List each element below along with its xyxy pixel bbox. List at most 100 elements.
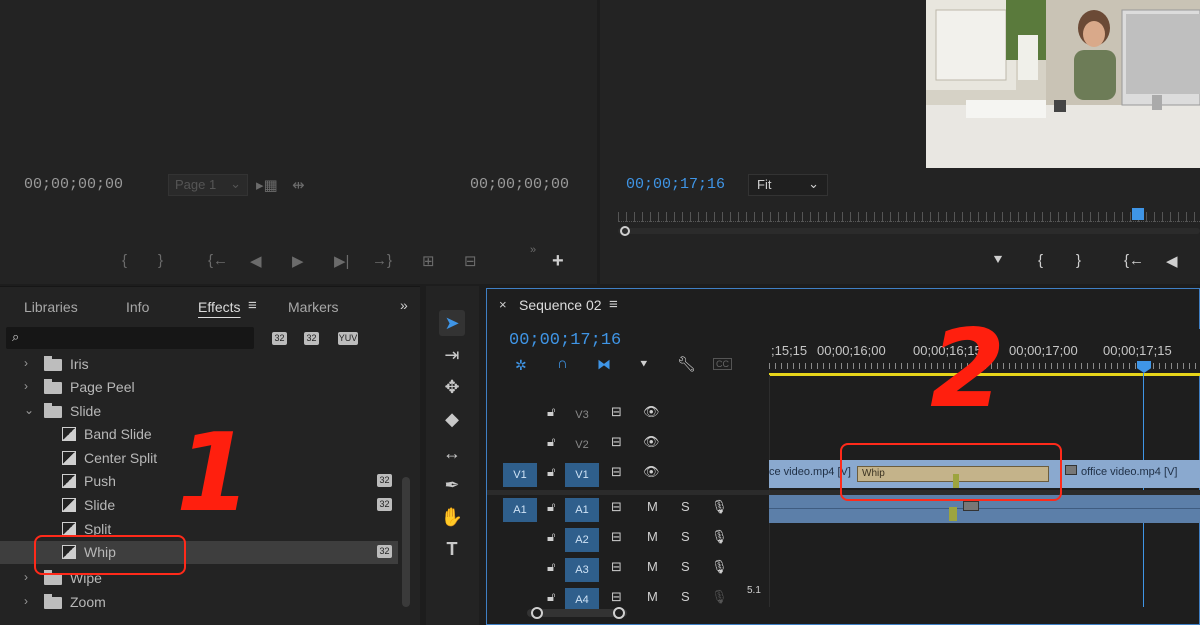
wrench-icon[interactable]: 🔧︎ xyxy=(677,355,696,373)
overwrite-button[interactable]: ⊟ xyxy=(464,252,477,270)
sync-lock-icon[interactable]: ⊟ xyxy=(611,529,622,545)
more-controls-icon[interactable]: » xyxy=(530,244,536,256)
mute-button[interactable]: M xyxy=(647,559,658,574)
step-back-button[interactable]: ◀ xyxy=(250,252,262,270)
page-select[interactable]: Page 1 ⌄ xyxy=(168,174,248,196)
panel-menu-icon[interactable]: ≡ xyxy=(248,297,257,314)
razor-tool-icon[interactable]: ◆ xyxy=(439,406,465,432)
eye-icon[interactable]: 👁︎ xyxy=(643,404,660,420)
eye-icon[interactable]: 👁︎ xyxy=(643,434,660,450)
hand-tool-icon[interactable]: ✋ xyxy=(439,504,465,530)
program-timecode[interactable]: 00;00;17;16 xyxy=(626,176,725,193)
timeline-timecode[interactable]: 00;00;17;16 xyxy=(509,331,621,350)
insert-icon[interactable]: ⇹ xyxy=(292,176,305,194)
effects-search-input[interactable]: ⌕ xyxy=(6,327,254,349)
play-button[interactable]: ▶ xyxy=(292,252,304,270)
go-to-in-button[interactable]: {← xyxy=(208,252,228,269)
accelerated-effects-filter[interactable]: 32 xyxy=(272,332,287,345)
tree-folder-page-peel[interactable]: › Page Peel xyxy=(0,376,398,399)
microphone-icon[interactable]: 🎙︎ xyxy=(711,559,728,575)
add-marker-icon[interactable]: ⯆ xyxy=(639,357,649,372)
program-time-ruler[interactable] xyxy=(618,212,1200,222)
solo-button[interactable]: S xyxy=(681,499,690,514)
nest-icon[interactable]: ✲ xyxy=(515,357,527,374)
office-scene-image xyxy=(926,0,1200,168)
track-target-a3[interactable]: A3 xyxy=(565,558,599,582)
playhead-marker[interactable] xyxy=(1132,208,1144,220)
zoom-scrollbar[interactable] xyxy=(618,228,1200,234)
zoom-handle-left[interactable] xyxy=(531,607,543,619)
snap-magnet-icon[interactable]: ∩ xyxy=(557,355,568,372)
sequence-tab[interactable]: Sequence 02 xyxy=(519,297,602,313)
go-to-in-button[interactable]: {← xyxy=(1124,252,1144,269)
eye-icon[interactable]: 👁︎ xyxy=(643,464,660,480)
type-tool-icon[interactable]: T xyxy=(439,536,465,562)
mark-out-button[interactable]: } xyxy=(158,252,163,269)
close-icon[interactable]: × xyxy=(499,297,507,312)
mute-button[interactable]: M xyxy=(647,499,658,514)
tab-info[interactable]: Info xyxy=(126,299,149,315)
zoom-handle[interactable] xyxy=(620,226,630,236)
insert-button[interactable]: ⊞ xyxy=(422,252,435,270)
zoom-handle-right[interactable] xyxy=(613,607,625,619)
lock-icon[interactable]: 🔓︎ xyxy=(547,499,555,515)
lock-icon[interactable]: 🔓︎ xyxy=(547,434,555,450)
track-select-tool-icon[interactable]: ⇥ xyxy=(439,342,465,368)
sync-lock-icon[interactable]: ⊟ xyxy=(611,404,622,420)
captions-icon[interactable]: CC xyxy=(713,358,732,370)
sync-lock-icon[interactable]: ⊟ xyxy=(611,499,622,515)
lock-icon[interactable]: 🔓︎ xyxy=(547,529,555,545)
go-to-out-button[interactable]: →} xyxy=(372,252,392,269)
add-marker-button[interactable]: ⯆ xyxy=(992,252,1004,269)
chevron-right-icon: › xyxy=(24,570,28,584)
source-patch-v1[interactable]: V1 xyxy=(503,463,537,487)
effects-search-field[interactable] xyxy=(28,329,248,347)
tab-libraries[interactable]: Libraries xyxy=(24,299,78,315)
mark-out-button[interactable]: } xyxy=(1076,252,1081,269)
mark-in-button[interactable]: { xyxy=(122,252,127,269)
sync-lock-icon[interactable]: ⊟ xyxy=(611,559,622,575)
mark-in-button[interactable]: { xyxy=(1038,252,1043,269)
tree-folder-zoom[interactable]: › Zoom xyxy=(0,591,398,614)
track-target-v3[interactable]: V3 xyxy=(565,403,599,427)
fit-select[interactable]: Fit ⌄ xyxy=(748,174,828,196)
solo-button[interactable]: S xyxy=(681,529,690,544)
track-target-v2[interactable]: V2 xyxy=(565,433,599,457)
ripple-edit-tool-icon[interactable]: ✥ xyxy=(439,374,465,400)
export-frame-icon[interactable]: ▸▦ xyxy=(256,176,278,194)
mute-button[interactable]: M xyxy=(647,529,658,544)
solo-button[interactable]: S xyxy=(681,559,690,574)
step-forward-button[interactable]: ▶| xyxy=(334,252,349,270)
32bit-effects-filter[interactable]: 32 xyxy=(304,332,319,345)
more-tabs-icon[interactable]: » xyxy=(400,297,408,313)
microphone-icon[interactable]: 🎙︎ xyxy=(711,589,728,605)
track-target-v1[interactable]: V1 xyxy=(565,463,599,487)
mute-button[interactable]: M xyxy=(647,589,658,604)
sync-lock-icon[interactable]: ⊟ xyxy=(611,589,622,605)
tree-folder-iris[interactable]: › Iris xyxy=(0,353,398,376)
effects-scrollbar[interactable] xyxy=(402,477,410,607)
track-target-a2[interactable]: A2 xyxy=(565,528,599,552)
pen-tool-icon[interactable]: ✒ xyxy=(439,472,465,498)
microphone-icon[interactable]: 🎙︎ xyxy=(711,529,728,545)
lock-icon[interactable]: 🔓︎ xyxy=(547,589,555,605)
add-button[interactable]: + xyxy=(552,250,564,273)
source-patch-a1[interactable]: A1 xyxy=(503,498,537,522)
linked-selection-icon[interactable]: ⧓ xyxy=(597,356,611,373)
lock-icon[interactable]: 🔓︎ xyxy=(547,559,555,575)
solo-button[interactable]: S xyxy=(681,589,690,604)
lock-icon[interactable]: 🔓︎ xyxy=(547,464,555,480)
tab-effects[interactable]: Effects xyxy=(198,299,241,315)
microphone-icon[interactable]: 🎙︎ xyxy=(711,499,728,515)
lock-icon[interactable]: 🔓︎ xyxy=(547,404,555,420)
panel-menu-icon[interactable]: ≡ xyxy=(609,296,618,313)
step-back-button[interactable]: ◀ xyxy=(1166,252,1178,270)
sync-lock-icon[interactable]: ⊟ xyxy=(611,464,622,480)
yuv-effects-filter[interactable]: YUV xyxy=(338,332,358,345)
sync-lock-icon[interactable]: ⊟ xyxy=(611,434,622,450)
tab-markers[interactable]: Markers xyxy=(288,299,339,315)
track-target-a1[interactable]: A1 xyxy=(565,498,599,522)
source-timecode[interactable]: 00;00;00;00 xyxy=(24,176,123,193)
slip-tool-icon[interactable]: ↔ xyxy=(439,440,465,466)
selection-tool-icon[interactable]: ➤ xyxy=(439,310,465,336)
